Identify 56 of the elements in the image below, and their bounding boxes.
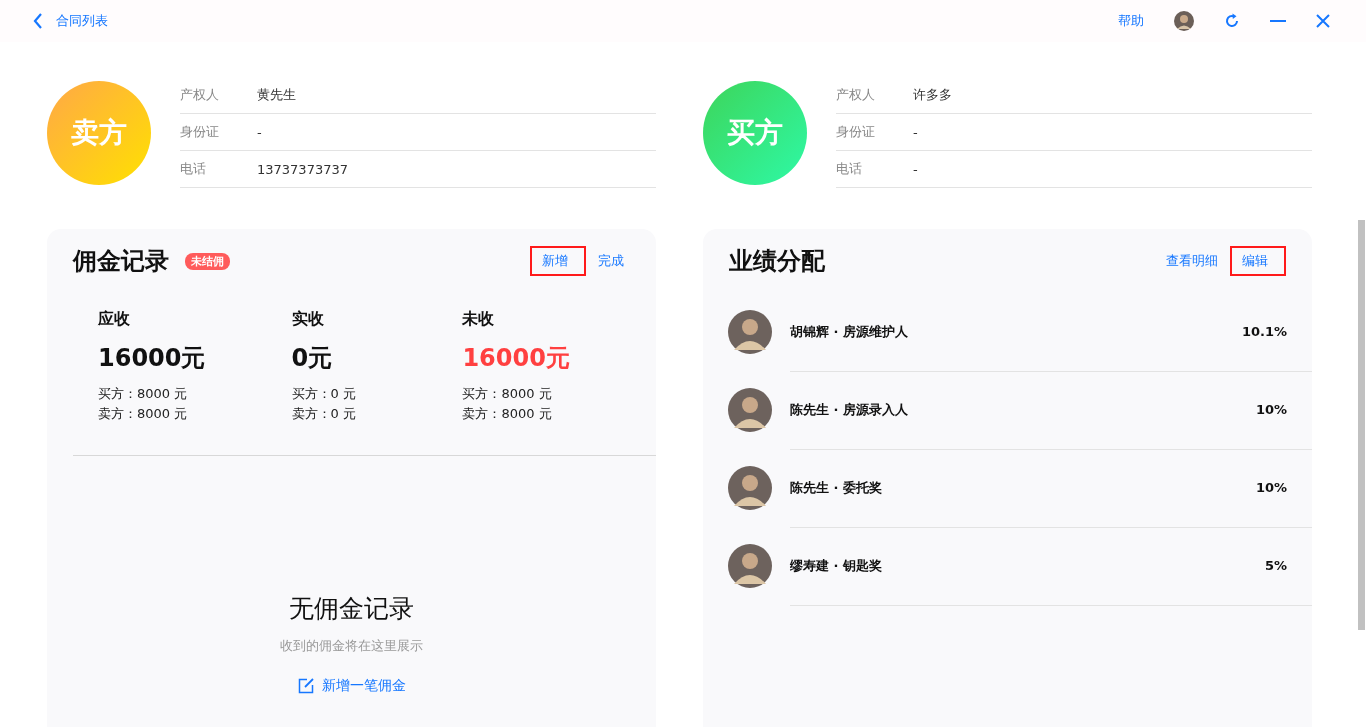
refresh-icon[interactable] xyxy=(1224,13,1240,29)
field-label: 身份证 xyxy=(180,123,220,141)
stat-detail: 买方：0 元 xyxy=(291,385,357,403)
stat-detail: 卖方：8000 元 xyxy=(462,405,553,423)
stat-detail: 买方：8000 元 xyxy=(98,385,189,403)
field-label: 电话 xyxy=(180,160,207,178)
stat-amount: 16000元 xyxy=(98,343,207,374)
close-icon[interactable] xyxy=(1316,14,1330,28)
empty-subtitle: 收到的佣金将在这里展示 xyxy=(280,637,423,655)
field-label: 产权人 xyxy=(836,86,876,104)
share-percent: 10% xyxy=(1255,480,1287,495)
stat-amount: 0元 xyxy=(291,343,334,374)
stat-detail: 卖方：8000 元 xyxy=(98,405,189,423)
field-value: 13737373737 xyxy=(257,161,348,177)
person-role: 陈先生 · 房源录入人 xyxy=(790,400,908,419)
card-title: 业绩分配 xyxy=(729,246,825,277)
person-avatar-icon xyxy=(728,466,772,510)
person-role: 缪寿建 · 钥匙奖 xyxy=(790,556,882,575)
field-value: - xyxy=(913,124,918,140)
empty-title: 无佣金记录 xyxy=(289,593,414,625)
person-role: 陈先生 · 委托奖 xyxy=(790,478,882,497)
person-avatar-icon xyxy=(728,544,772,588)
card-title: 佣金记录 xyxy=(73,246,169,277)
stat-detail: 买方：8000 元 xyxy=(462,385,553,403)
stat-label: 实收 xyxy=(291,309,325,330)
field-label: 电话 xyxy=(836,160,863,178)
help-link[interactable]: 帮助 xyxy=(1118,12,1144,30)
person-role: 胡锦辉 · 房源维护人 xyxy=(790,322,908,341)
edit-icon xyxy=(297,678,314,694)
action-link[interactable]: 新增 xyxy=(530,246,586,276)
field-value: 黄先生 xyxy=(257,86,296,104)
add-commission-link[interactable]: 新增一笔佣金 xyxy=(297,677,406,695)
role-badge: 买方 xyxy=(703,80,807,185)
stat-detail: 卖方：0 元 xyxy=(291,405,357,423)
share-percent: 10% xyxy=(1255,402,1287,417)
field-label: 身份证 xyxy=(836,123,876,141)
field-value: 许多多 xyxy=(913,86,952,104)
stat-label: 未收 xyxy=(462,309,496,330)
share-percent: 10.1% xyxy=(1241,324,1287,339)
person-avatar-icon xyxy=(728,310,772,354)
stat-amount: 16000元 xyxy=(462,343,571,374)
field-value: - xyxy=(257,124,262,140)
field-label: 产权人 xyxy=(180,86,220,104)
back-chevron-icon xyxy=(33,13,43,29)
field-value: - xyxy=(913,161,918,177)
back-link[interactable]: 合同列表 xyxy=(33,12,108,30)
role-badge: 卖方 xyxy=(47,80,151,185)
scrollbar-thumb[interactable] xyxy=(1358,220,1365,630)
action-link[interactable]: 完成 xyxy=(592,246,630,276)
status-badge: 未结佣 xyxy=(185,252,230,270)
user-avatar-icon[interactable] xyxy=(1174,11,1194,31)
share-percent: 5% xyxy=(1264,558,1287,573)
stat-label: 应收 xyxy=(98,309,131,330)
person-avatar-icon xyxy=(728,388,772,432)
action-link[interactable]: 查看明细 xyxy=(1160,246,1224,276)
action-link[interactable]: 编辑 xyxy=(1230,246,1286,276)
